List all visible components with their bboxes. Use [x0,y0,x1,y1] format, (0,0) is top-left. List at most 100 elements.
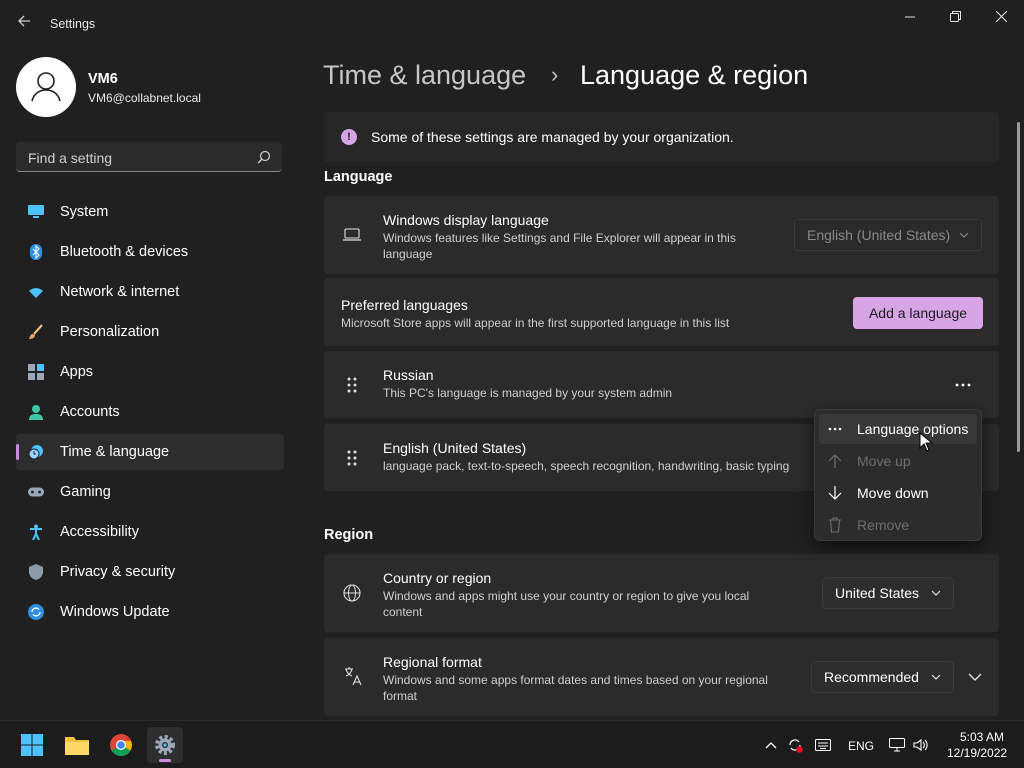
accessibility-icon [28,524,44,540]
brush-icon [28,324,44,340]
menu-item-label: Move down [857,485,929,501]
menu-item-language-options[interactable]: Language options [819,414,977,444]
keyboard-icon[interactable] [815,737,831,753]
clock-date[interactable]: 12/19/2022 [947,746,1007,760]
drag-handle-icon[interactable] [346,376,358,394]
sidebar-item-accessibility[interactable]: Accessibility [16,514,284,550]
search-icon[interactable] [256,149,272,165]
menu-item-move-up[interactable]: Move up [815,446,981,476]
laptop-icon [343,228,361,241]
search-box [16,142,282,173]
sidebar-item-privacy[interactable]: Privacy & security [16,554,284,590]
language-name: Russian [383,367,434,383]
breadcrumb-parent[interactable]: Time & language [323,60,526,91]
menu-item-label: Remove [857,517,910,533]
show-hidden-icons-chevron-icon[interactable] [763,737,779,753]
regional-format-title: Regional format [383,654,482,670]
breadcrumb-separator: › [551,62,559,87]
trash-icon [827,517,843,533]
close-button[interactable] [987,8,1015,26]
input-language-indicator[interactable]: ENG [848,739,874,753]
network-status-icon[interactable] [889,737,905,753]
back-button[interactable] [14,14,34,34]
network-icon [28,284,44,300]
sidebar-item-label: Bluetooth & devices [60,244,189,260]
sidebar-item-network[interactable]: Network & internet [16,274,284,310]
start-button[interactable] [14,727,50,763]
taskbar: ENG 5:03 AM 12/19/2022 [0,720,1024,768]
minimize-icon [905,16,915,18]
country-dropdown[interactable]: United States [822,577,954,609]
sidebar-item-label: Time & language [60,444,170,460]
drag-handle-icon[interactable] [346,449,358,467]
banner-text: Some of these settings are managed by yo… [371,129,734,145]
menu-item-move-down[interactable]: Move down [815,478,981,508]
chrome-button[interactable] [103,727,139,763]
sidebar-item-accounts[interactable]: Accounts [16,394,284,430]
language-name: English (United States) [383,440,527,456]
chevron-down-icon [931,674,941,680]
arrow-down-icon [827,485,843,501]
preferred-languages-subtitle: Microsoft Store apps will appear in the … [341,316,730,330]
language-row-russian[interactable]: Russian This PC's language is managed by… [324,351,999,418]
user-name: VM6 [88,71,118,87]
volume-icon[interactable] [913,737,929,753]
sidebar-item-windows-update[interactable]: Windows Update [16,594,284,630]
country-subtitle: Windows and apps might use your country … [383,589,750,619]
user-email: VM6@collabnet.local [88,91,201,105]
sidebar-item-apps[interactable]: Apps [16,354,284,390]
avatar[interactable] [16,57,76,117]
sidebar-item-personalization[interactable]: Personalization [16,314,284,350]
display-language-subtitle: Windows features like Settings and File … [383,231,736,261]
folder-icon [65,737,89,755]
sidebar-item-time-language[interactable]: Time & language [16,434,284,470]
chrome-icon [110,734,132,756]
sidebar-item-label: Privacy & security [60,564,176,580]
display-language-title: Windows display language [383,212,549,228]
sidebar-item-label: System [60,204,109,220]
windows-logo-icon [21,734,43,756]
menu-item-label: Move up [857,453,911,469]
sidebar-item-bluetooth[interactable]: Bluetooth & devices [16,234,284,270]
add-language-button[interactable]: Add a language [853,297,983,329]
search-input[interactable] [26,142,250,173]
sidebar-item-label: Accounts [60,404,120,420]
sidebar-item-system[interactable]: System [16,194,284,230]
user-icon [31,72,61,102]
maximize-button[interactable] [941,8,969,26]
display-language-dropdown[interactable]: English (United States) [794,219,982,251]
arrow-up-icon [827,453,843,469]
accounts-icon [28,404,44,420]
card-regional-format: Regional format Windows and some apps fo… [324,638,999,716]
chevron-down-icon [959,232,969,238]
regional-format-dropdown[interactable]: Recommended [811,661,954,693]
update-icon [28,604,44,620]
more-icon [827,421,843,437]
language-detail: language pack, text-to-speech, speech re… [383,459,790,473]
card-display-language: Windows display language Windows feature… [324,196,999,274]
file-explorer-button[interactable] [59,727,95,763]
scrollbar[interactable] [1017,122,1020,452]
sidebar-item-label: Windows Update [60,604,170,620]
sidebar-item-gaming[interactable]: Gaming [16,474,284,510]
sidebar-item-label: Network & internet [60,284,180,300]
title-bar: Settings [0,0,1024,48]
expand-chevron-icon[interactable] [968,672,982,682]
dropdown-value: United States [835,585,920,601]
sidebar-nav: System Bluetooth & devices Network & int… [16,194,284,634]
more-options-icon[interactable] [950,378,976,392]
regional-format-subtitle: Windows and some apps format dates and t… [383,673,768,703]
sync-alert-icon[interactable] [787,737,803,753]
menu-item-remove[interactable]: Remove [815,510,981,540]
section-heading-region: Region [324,527,374,543]
section-heading-language: Language [324,169,393,185]
settings-app-button[interactable] [147,727,183,763]
language-detail: This PC's language is managed by your sy… [383,386,673,400]
globe-icon [343,584,361,602]
dropdown-value: English (United States) [807,227,951,243]
system-icon [28,204,44,220]
minimize-button[interactable] [896,8,924,26]
gaming-icon [28,484,44,500]
clock-time[interactable]: 5:03 AM [960,730,1004,744]
restore-icon [949,11,961,22]
